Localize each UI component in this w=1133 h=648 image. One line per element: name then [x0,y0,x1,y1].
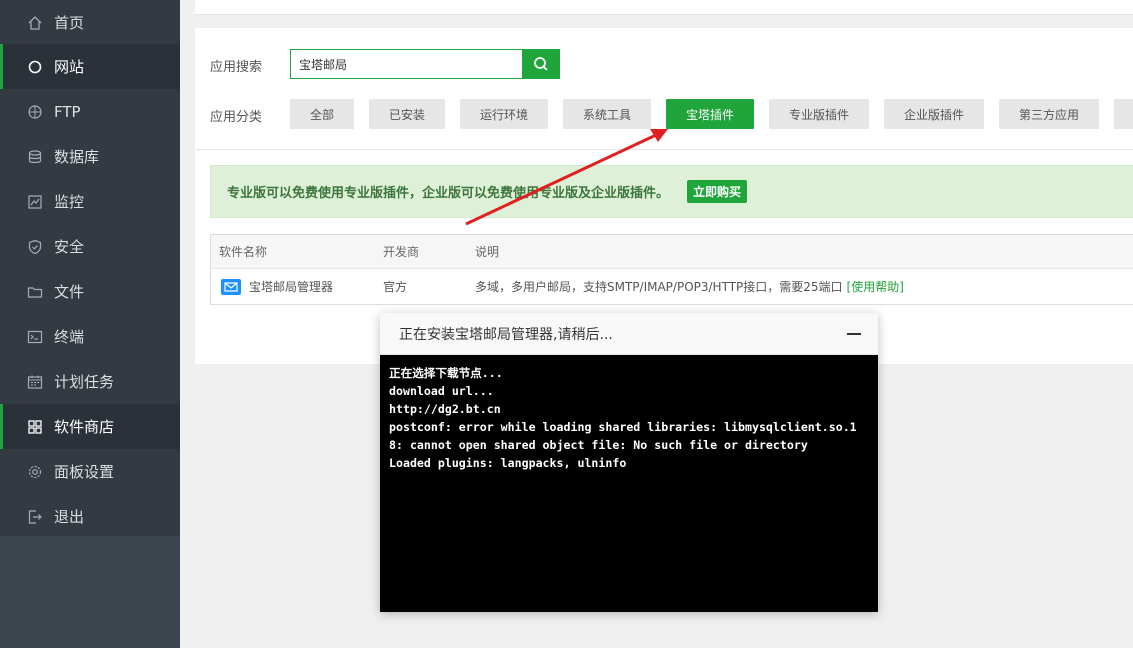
monitor-icon [26,193,44,211]
top-card [195,0,1133,15]
sidebar-item-logout[interactable]: 退出 [0,494,180,539]
category-installed[interactable]: 已安装 [369,99,445,129]
sidebar-item-label: 面板设置 [54,463,115,481]
calendar-icon [26,373,44,391]
terminal-icon [26,328,44,346]
sidebar-item-label: FTP [54,102,81,121]
search-button[interactable] [522,49,560,79]
sidebar-item-ftp[interactable]: FTP [0,89,180,134]
sidebar-item-label: 软件商店 [54,418,115,436]
category-runtime[interactable]: 运行环境 [460,99,548,129]
search-box: 宝塔邮局 [290,49,560,79]
software-name: 宝塔邮局管理器 [249,280,334,294]
sidebar-item-terminal[interactable]: 终端 [0,314,180,359]
ftp-icon [26,103,44,121]
search-label: 应用搜索 [210,60,263,75]
sidebar-item-database[interactable]: 数据库 [0,134,180,179]
search-input[interactable]: 宝塔邮局 [290,49,522,79]
sidebar-item-home[interactable]: 首页 [0,0,180,45]
help-link[interactable]: [使用帮助] [847,278,904,295]
description-cell: 多域，多用户邮局，支持SMTP/IMAP/POP3/HTTP接口，需要25端口 … [475,269,904,304]
gear-icon [26,463,44,481]
sidebar: 首页 网站 FTP 数据库 监控 安全 文件 终端 计划任务 软件商店 面板设置… [0,0,180,648]
pro-notice: 专业版可以免费使用专业版插件，企业版可以免费使用专业版及企业版插件。 立即购买 [210,165,1133,218]
minimize-icon[interactable] [847,333,861,335]
category-all[interactable]: 全部 [290,99,354,129]
search-icon [534,57,548,71]
header-developer: 开发商 [383,245,420,259]
sidebar-item-label: 退出 [54,508,85,526]
category-enterprise-plugins[interactable]: 企业版插件 [884,99,984,129]
category-pro-plugins[interactable]: 专业版插件 [769,99,869,129]
header-name: 软件名称 [219,245,268,259]
sidebar-item-settings[interactable]: 面板设置 [0,449,180,494]
category-bt-plugins[interactable]: 宝塔插件 [666,99,754,129]
table-header: 软件名称 开发商 说明 [211,235,1133,269]
category-third-party[interactable]: 第三方应用 [999,99,1099,129]
folder-icon [26,283,44,301]
buy-now-button[interactable]: 立即购买 [687,180,748,203]
dialog-title: 正在安装宝塔邮局管理器,请稍后... [399,326,613,343]
sidebar-item-label: 首页 [54,14,85,32]
sidebar-item-label: 网站 [54,58,85,76]
sidebar-item-app-store[interactable]: 软件商店 [0,404,180,449]
category-system-tools[interactable]: 系统工具 [563,99,651,129]
home-icon [26,14,44,32]
divider [195,149,1133,150]
database-icon [26,148,44,166]
sidebar-item-label: 终端 [54,328,85,346]
sidebar-item-monitor[interactable]: 监控 [0,179,180,224]
sidebar-item-files[interactable]: 文件 [0,269,180,314]
shield-icon [26,238,44,256]
sidebar-item-label: 安全 [54,238,85,256]
category-label: 应用分类 [210,110,263,125]
header-description: 说明 [475,245,500,259]
mail-icon [221,278,241,295]
notice-text: 专业版可以免费使用专业版插件，企业版可以免费使用专业版及企业版插件。 [227,186,670,201]
logout-icon [26,508,44,526]
globe-icon [26,58,44,76]
sidebar-item-website[interactable]: 网站 [0,44,180,89]
developer-cell: 官方 [383,280,408,294]
sidebar-item-cron[interactable]: 计划任务 [0,359,180,404]
software-name-cell: 宝塔邮局管理器 [221,269,333,304]
software-table: 软件名称 开发商 说明 宝塔邮局管理器 官方 多域，多用户邮局，支持SMTP/I… [210,234,1133,305]
dialog-header: 正在安装宝塔邮局管理器,请稍后... [380,313,878,355]
sidebar-item-label: 数据库 [54,148,100,166]
table-row[interactable]: 宝塔邮局管理器 官方 多域，多用户邮局，支持SMTP/IMAP/POP3/HTT… [211,269,1133,304]
category-more[interactable] [1114,99,1133,129]
description-text: 多域，多用户邮局，支持SMTP/IMAP/POP3/HTTP接口，需要25端口 [475,280,843,294]
sidebar-item-label: 计划任务 [54,373,115,391]
install-dialog: 正在安装宝塔邮局管理器,请稍后... 正在选择下载节点... download … [380,313,878,612]
sidebar-item-security[interactable]: 安全 [0,224,180,269]
install-console: 正在选择下载节点... download url... http://dg2.b… [380,355,878,612]
apps-icon [26,418,44,436]
sidebar-item-label: 文件 [54,283,85,301]
sidebar-menu: 首页 网站 FTP 数据库 监控 安全 文件 终端 计划任务 软件商店 面板设置… [0,0,180,536]
sidebar-item-label: 监控 [54,193,85,211]
